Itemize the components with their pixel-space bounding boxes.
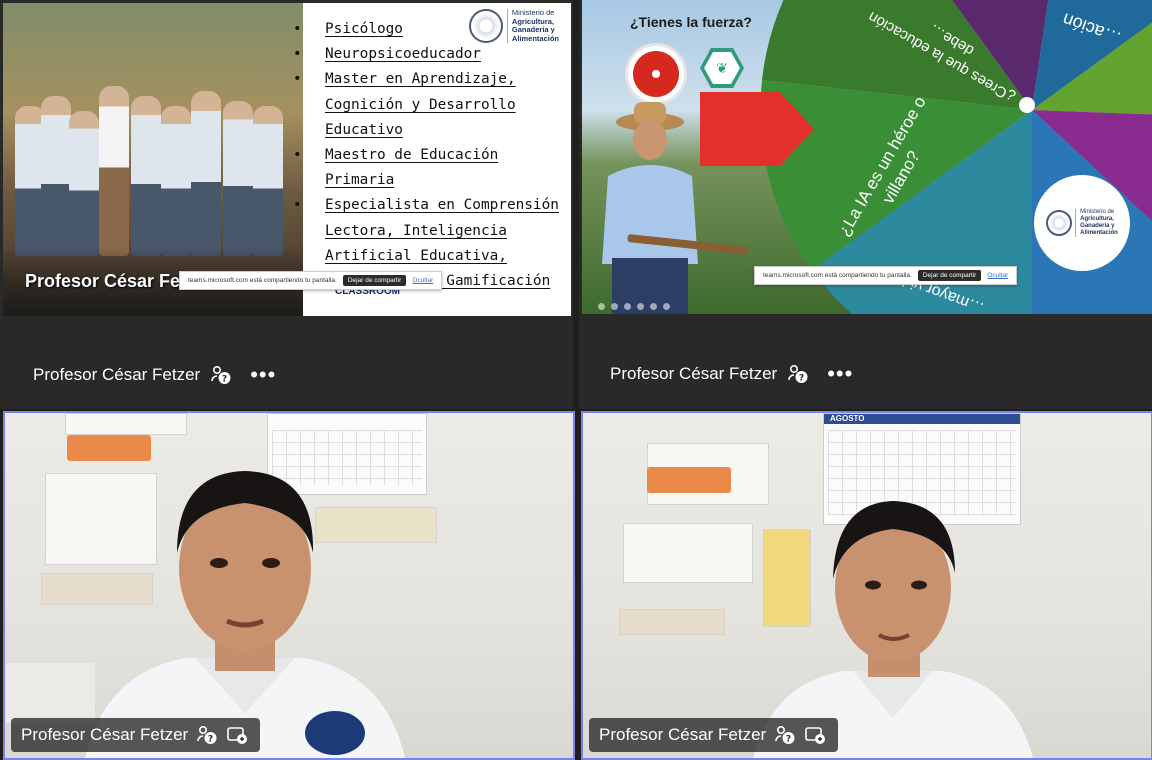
person-help-icon: ? xyxy=(210,364,232,386)
person-help-icon: ? xyxy=(774,724,796,746)
svg-text:?: ? xyxy=(208,735,213,745)
person-help-icon: ? xyxy=(196,724,218,746)
tile-screen-share-left[interactable]: Profesor César Fetzer Ministerio de Agri… xyxy=(0,0,573,409)
participant-name-pill: Profesor César Fetzer ? xyxy=(589,718,839,752)
video-share-icon xyxy=(226,724,248,746)
video-feed: AGOSTO xyxy=(583,413,1151,758)
stop-sharing-button[interactable]: Dejar de compartir xyxy=(917,270,982,281)
participant-name: Profesor César Fetzer xyxy=(21,725,189,744)
video-feed xyxy=(5,413,573,758)
participant-name-bar: Profesor César Fetzer ? ••• xyxy=(33,364,276,386)
svg-text:?: ? xyxy=(222,375,227,385)
hide-banner-link[interactable]: Ocultar xyxy=(987,272,1008,279)
participant-name: Profesor César Fetzer xyxy=(599,725,767,744)
svg-text:?: ? xyxy=(786,735,791,745)
list-item: • Maestro de Educación Primaria xyxy=(293,147,499,189)
spin-button[interactable] xyxy=(628,46,684,102)
shared-slide-wheel: Ministerio de Agricultura, Ganadería y A… xyxy=(582,0,1152,314)
shared-slide-profile: Profesor César Fetzer Ministerio de Agri… xyxy=(3,3,571,316)
tile-video-right[interactable]: AGOSTO Profesor César Fetzer ? xyxy=(581,411,1152,760)
calendar-month: AGOSTO xyxy=(824,414,1020,424)
screen-share-banner: teams.microsoft.com está compartiendo tu… xyxy=(179,271,443,290)
list-item: • Psicólogo xyxy=(293,21,403,37)
wheel-center-logo: Ministerio de Agricultura, Ganadería y A… xyxy=(1034,175,1130,271)
list-item: • Master en Aprendizaje, Cognición y Desa… xyxy=(293,71,516,138)
video-share-icon xyxy=(804,724,826,746)
more-options-button[interactable]: ••• xyxy=(827,363,853,385)
slide-nav-controls[interactable] xyxy=(598,303,670,310)
hide-banner-link[interactable]: Ocultar xyxy=(412,277,433,284)
participant-name: Profesor César Fetzer xyxy=(610,364,778,383)
slide-photo-group xyxy=(3,3,303,316)
stop-sharing-button[interactable]: Dejar de compartir xyxy=(342,275,407,286)
tile-screen-share-right[interactable]: Ministerio de Agricultura, Ganadería y A… xyxy=(579,0,1152,409)
more-options-button[interactable]: ••• xyxy=(250,364,276,386)
participant-name-bar: Profesor César Fetzer ? ••• xyxy=(610,363,853,385)
tile-video-left[interactable]: Profesor César Fetzer ? xyxy=(3,411,575,760)
seal-icon xyxy=(1046,210,1073,236)
slide-question: ¿Tienes la fuerza? xyxy=(630,14,752,30)
participant-name: Profesor César Fetzer xyxy=(33,365,201,384)
screen-share-banner: teams.microsoft.com está compartiendo tu… xyxy=(754,266,1018,285)
participant-name-pill: Profesor César Fetzer ? xyxy=(11,718,261,752)
person-help-icon: ? xyxy=(787,363,809,385)
svg-text:?: ? xyxy=(799,374,804,384)
profile-bullet-list: • Psicólogo • Neuropsicoeducador • Master e… xyxy=(293,17,568,294)
list-item: • Neuropsicoeducador xyxy=(293,46,481,63)
farmer-illustration xyxy=(602,102,748,314)
